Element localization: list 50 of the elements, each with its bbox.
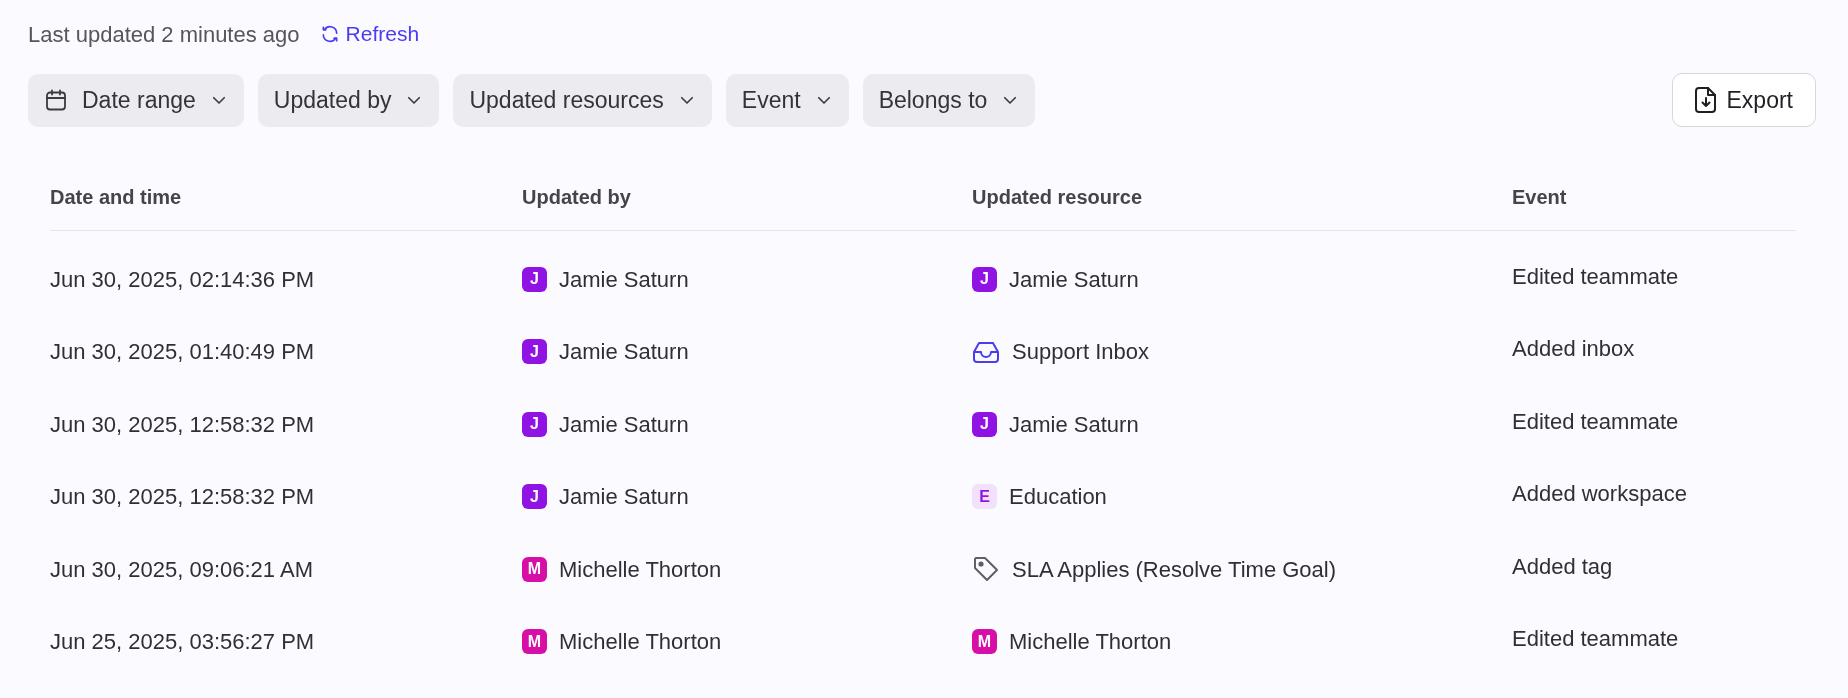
avatar-initial: J [972, 266, 997, 292]
column-header: Event [1512, 184, 1568, 210]
column-header: Updated resource [972, 184, 1144, 210]
refresh-link[interactable]: Refresh [319, 18, 420, 50]
user-name: Michelle Thorton [559, 555, 722, 584]
avatar-initial: M [972, 629, 997, 655]
user-name: Jamie Saturn [559, 265, 689, 294]
user-name: Jamie Saturn [559, 338, 689, 367]
avatar-initial: J [522, 484, 547, 510]
resource-name: Michelle Thorton [1009, 628, 1172, 657]
user-name: Jamie Saturn [559, 483, 689, 512]
last-updated-text: Last updated 2 minutes ago [28, 20, 300, 49]
event-cell-text: Edited teammate [1512, 262, 1680, 291]
filter-dropdown[interactable]: Event [725, 73, 849, 127]
date-time-cell-text: Jun 25, 2025, 03:56:27 PM [50, 628, 316, 657]
filter-dropdown[interactable]: Updated by [257, 73, 440, 127]
date-time-cell-text: Jun 30, 2025, 02:14:36 PM [50, 265, 316, 294]
user-name: Jamie Saturn [559, 410, 689, 439]
export-button[interactable]: Export [1671, 73, 1816, 127]
date-time-cell-text: Jun 30, 2025, 01:40:49 PM [50, 338, 316, 367]
date-time-cell-text: Jun 30, 2025, 12:58:32 PM [50, 410, 316, 439]
resource-name: SLA Applies (Resolve Time Goal) [1012, 555, 1337, 584]
filter-dropdown[interactable]: Updated resources [453, 73, 712, 127]
resource-name: Support Inbox [1012, 338, 1149, 367]
date-time-cell-text: Jun 30, 2025, 09:06:21 AM [50, 555, 314, 584]
resource-name: Education [1009, 483, 1107, 512]
avatar-initial: J [522, 266, 547, 292]
avatar-initial: M [522, 556, 547, 582]
avatar-initial: J [972, 411, 997, 437]
filter-dropdown[interactable]: Date range [28, 73, 244, 127]
column-header: Updated by [522, 184, 632, 210]
filter-dropdown[interactable]: Belongs to [862, 73, 1036, 127]
date-time-cell-text: Jun 30, 2025, 12:58:32 PM [50, 483, 316, 512]
column-header: Date and time [50, 184, 183, 210]
avatar-initial: J [522, 411, 547, 437]
event-cell-text: Added workspace [1512, 480, 1688, 509]
event-cell-text: Added tag [1512, 552, 1614, 581]
resource-name: Jamie Saturn [1009, 265, 1139, 294]
avatar-initial: J [522, 339, 547, 365]
resource-name: Jamie Saturn [1009, 410, 1139, 439]
event-cell-text: Added inbox [1512, 335, 1636, 364]
avatar-initial: M [522, 629, 547, 655]
user-name: Michelle Thorton [559, 628, 722, 657]
calendar-icon [44, 88, 68, 112]
inbox-icon [972, 339, 1000, 364]
workspace-initial: E [972, 484, 997, 510]
tag-icon [972, 555, 1000, 584]
event-cell-text: Edited teammate [1512, 407, 1680, 436]
event-cell-text: Edited teammate [1512, 625, 1680, 654]
file-download-icon [1694, 87, 1717, 113]
